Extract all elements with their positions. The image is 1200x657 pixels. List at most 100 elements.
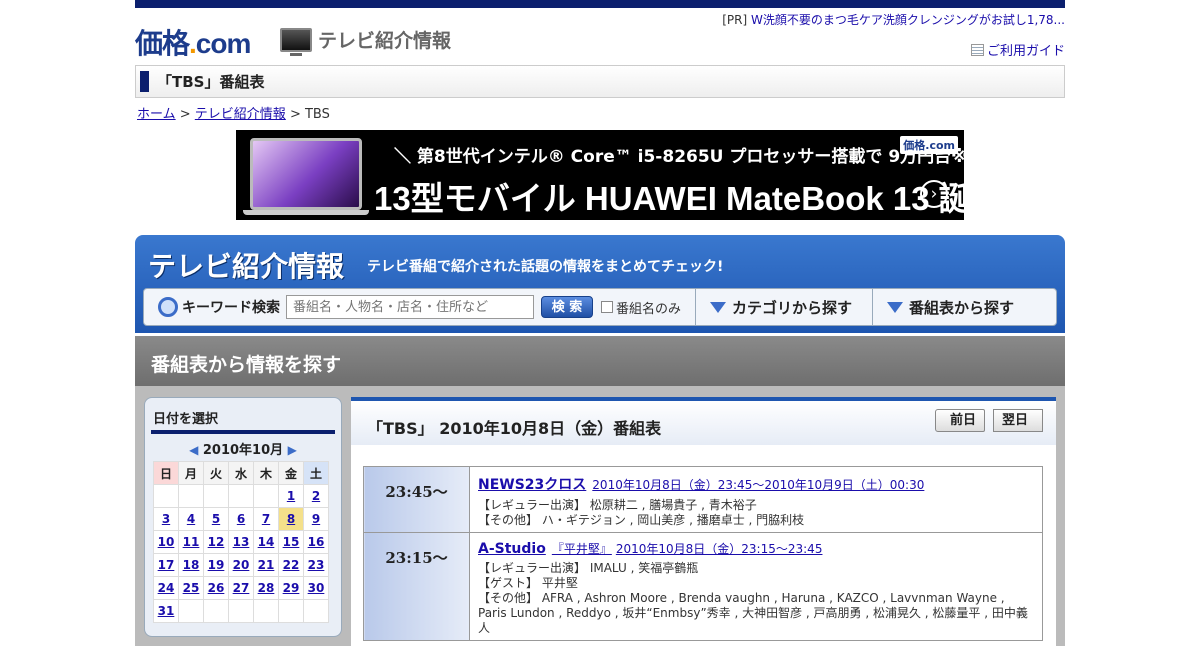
calendar-day[interactable]: 28: [253, 576, 279, 600]
ad-banner[interactable]: ＼ 第8世代インテル® Core™ i5-8265U プロセッサー搭載で 9万円…: [236, 130, 964, 220]
calendar-day-link[interactable]: 31: [158, 604, 175, 618]
calendar-day[interactable]: 2: [303, 484, 329, 508]
calendar-day[interactable]: 29: [278, 576, 304, 600]
calendar-day[interactable]: 6: [228, 507, 254, 531]
calendar-day-link[interactable]: 14: [258, 535, 275, 549]
calendar-day-link[interactable]: 29: [283, 581, 300, 595]
calendar-day-link[interactable]: 7: [262, 512, 270, 526]
next-day-button[interactable]: 翌日: [993, 409, 1043, 432]
title-only-checkbox[interactable]: 番組名のみ: [601, 298, 681, 317]
calendar-day[interactable]: 27: [228, 576, 254, 600]
calendar-day[interactable]: 21: [253, 553, 279, 577]
calendar-day-link[interactable]: 15: [283, 535, 300, 549]
calendar-day[interactable]: 1: [278, 484, 304, 508]
calendar-day-link[interactable]: 8: [287, 512, 295, 526]
calendar-day[interactable]: 5: [203, 507, 229, 531]
calendar-day-link[interactable]: 10: [158, 535, 175, 549]
program-row: 23:45～ NEWS23クロス 2010年10月8日（金）23:45～2010年…: [363, 466, 1043, 533]
calendar-day-link[interactable]: 1: [287, 489, 295, 503]
calendar-day[interactable]: 13: [228, 530, 254, 554]
calendar-day[interactable]: 7: [253, 507, 279, 531]
calendar-day[interactable]: 26: [203, 576, 229, 600]
calendar-day-link[interactable]: 13: [233, 535, 250, 549]
program-cast-line: 【ゲスト】 平井堅: [478, 576, 578, 590]
calendar-day-link[interactable]: 27: [233, 581, 250, 595]
calendar-day-link[interactable]: 28: [258, 581, 275, 595]
breadcrumb-home[interactable]: ホーム: [137, 107, 176, 122]
calendar-empty-cell: [153, 484, 179, 508]
weekday-tue: 火: [203, 461, 229, 485]
search-button[interactable]: 検 索: [541, 296, 593, 318]
calendar-day[interactable]: 31: [153, 599, 179, 623]
calendar-day-link[interactable]: 9: [312, 512, 320, 526]
calendar-day-link[interactable]: 19: [208, 558, 225, 572]
calendar-day[interactable]: 16: [303, 530, 329, 554]
weekday-sun: 日: [153, 461, 179, 485]
calendar-day[interactable]: 3: [153, 507, 179, 531]
calendar-day[interactable]: 25: [178, 576, 204, 600]
calendar-day[interactable]: 22: [278, 553, 304, 577]
calendar-day-link[interactable]: 11: [183, 535, 200, 549]
checkbox-label: 番組名のみ: [616, 301, 682, 317]
category-search-button[interactable]: カテゴリから探す: [695, 289, 872, 325]
program-name-link[interactable]: A-Studio: [478, 541, 546, 557]
calendar-day[interactable]: 30: [303, 576, 329, 600]
checkbox-box[interactable]: [601, 301, 613, 313]
calendar-week-row: 3 4 5 6 7 8 9: [153, 507, 329, 531]
calendar-day[interactable]: 23: [303, 553, 329, 577]
calendar-day-link[interactable]: 16: [308, 535, 325, 549]
tv-section-title[interactable]: テレビ紹介情報: [280, 26, 451, 56]
calendar-day-link[interactable]: 24: [158, 581, 175, 595]
calendar-day-link[interactable]: 3: [162, 512, 170, 526]
prev-month-icon[interactable]: ◀: [189, 443, 198, 457]
calendar-day-link[interactable]: 5: [212, 512, 220, 526]
calendar-day[interactable]: 20: [228, 553, 254, 577]
calendar-day[interactable]: 18: [178, 553, 204, 577]
calendar-week-row: 17 18 19 20 21 22 23: [153, 553, 329, 577]
calendar-day[interactable]: 12: [203, 530, 229, 554]
calendar-day-link[interactable]: 18: [183, 558, 200, 572]
prev-day-button[interactable]: 前日: [935, 409, 985, 432]
calendar-day-link[interactable]: 17: [158, 558, 175, 572]
calendar-day[interactable]: 4: [178, 507, 204, 531]
calendar-day-link[interactable]: 25: [183, 581, 200, 595]
calendar-day[interactable]: 19: [203, 553, 229, 577]
program-datetime-link[interactable]: 2010年10月8日（金）23:45～2010年10月9日（土）00:30: [592, 478, 924, 492]
user-guide-link[interactable]: ご利用ガイド: [970, 40, 1065, 59]
schedule-label: 番組表から探す: [909, 298, 1015, 317]
schedule-search-button[interactable]: 番組表から探す: [872, 289, 1052, 325]
calendar-day-link[interactable]: 22: [283, 558, 300, 572]
calendar-empty-cell: [253, 484, 279, 508]
calendar-day[interactable]: 24: [153, 576, 179, 600]
calendar-day-link[interactable]: 21: [258, 558, 275, 572]
calendar-day-link[interactable]: 20: [233, 558, 250, 572]
calendar-day[interactable]: 8: [278, 507, 304, 531]
calendar-day[interactable]: 11: [178, 530, 204, 554]
program-subtitle-link[interactable]: 『平井堅』: [552, 542, 612, 556]
logo-dot: .: [189, 28, 197, 59]
calendar-day[interactable]: 17: [153, 553, 179, 577]
next-month-icon[interactable]: ▶: [288, 443, 297, 457]
calendar-day-link[interactable]: 23: [308, 558, 325, 572]
calendar-day-link[interactable]: 4: [187, 512, 195, 526]
schedule-header: 「TBS」 2010年10月8日（金）番組表 前日 翌日: [351, 401, 1056, 445]
kakaku-logo[interactable]: 価格.com: [135, 22, 251, 62]
calendar-day[interactable]: 10: [153, 530, 179, 554]
calendar-day-link[interactable]: 12: [208, 535, 225, 549]
schedule-title: 「TBS」 2010年10月8日（金）番組表: [367, 419, 662, 438]
calendar-day[interactable]: 15: [278, 530, 304, 554]
calendar-day[interactable]: 14: [253, 530, 279, 554]
title-marker: [140, 71, 149, 92]
calendar-day-link[interactable]: 6: [237, 512, 245, 526]
calendar-day-link[interactable]: 26: [208, 581, 225, 595]
program-datetime-link[interactable]: 2010年10月8日（金）23:15～23:45: [616, 542, 823, 556]
breadcrumb-current: TBS: [304, 107, 330, 122]
schedule-panel: 「TBS」 2010年10月8日（金）番組表 前日 翌日 23:45～ NEWS…: [351, 397, 1056, 657]
pr-link[interactable]: W洗顔不要のまつ毛ケア洗顔クレンジングがお試し1,78...: [751, 13, 1065, 27]
calendar-day-link[interactable]: 2: [312, 489, 320, 503]
program-name-link[interactable]: NEWS23クロス: [478, 477, 586, 493]
calendar-day-link[interactable]: 30: [308, 581, 325, 595]
calendar-day[interactable]: 9: [303, 507, 329, 531]
breadcrumb-section[interactable]: テレビ紹介情報: [195, 107, 286, 122]
search-input[interactable]: [286, 295, 534, 319]
